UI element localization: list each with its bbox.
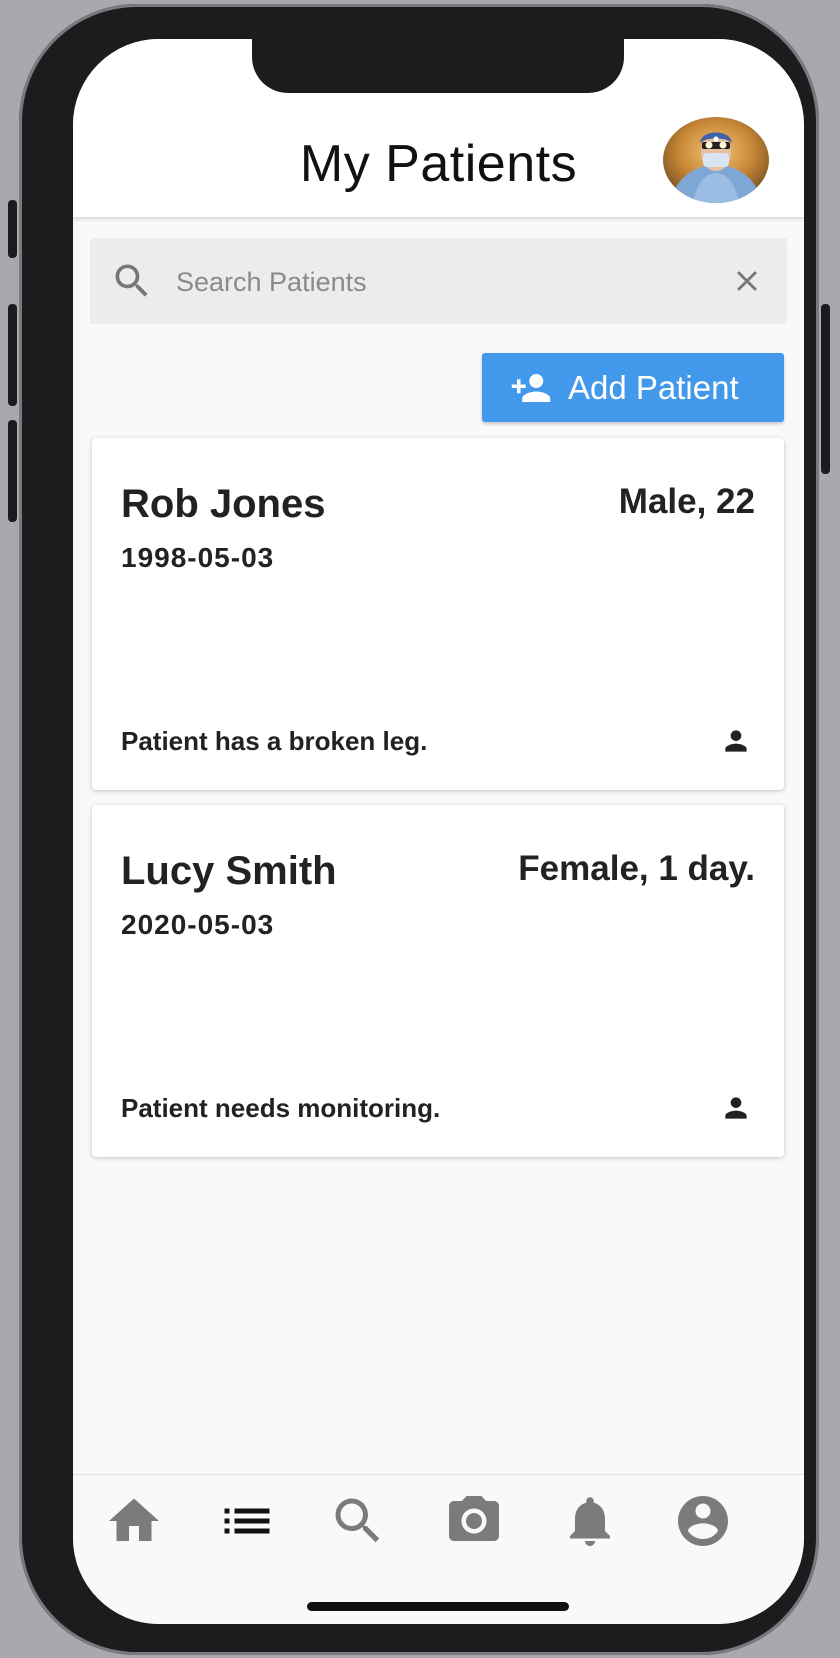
- device-notch: [252, 39, 624, 93]
- patient-name: Rob Jones: [121, 482, 326, 526]
- nav-camera-icon[interactable]: [444, 1491, 504, 1551]
- patient-name: Lucy Smith: [121, 849, 337, 893]
- search-input[interactable]: [174, 258, 698, 306]
- search-icon: [115, 264, 148, 297]
- patient-note: Patient has a broken leg.: [121, 726, 428, 756]
- nav-list-icon[interactable]: [217, 1491, 277, 1551]
- patient-dob: 1998-05-03: [121, 542, 275, 573]
- search-bar: [90, 238, 787, 324]
- avatar-photo: [663, 117, 769, 203]
- nav-account-icon[interactable]: [673, 1491, 733, 1551]
- clear-search-icon[interactable]: [730, 264, 764, 298]
- patient-card[interactable]: Lucy Smith Female, 1 day. 2020-05-03 Pat…: [92, 805, 784, 1157]
- patient-gender-age: Male, 22: [618, 482, 755, 521]
- add-patient-button[interactable]: Add Patient: [482, 353, 784, 422]
- mute-switch: [8, 200, 17, 258]
- app-screen: My Patients Search Patients Add Patient …: [73, 39, 804, 1624]
- add-person-icon: [511, 373, 551, 402]
- patient-gender-age: Female, 1 day.: [518, 849, 755, 888]
- patient-note: Patient needs monitoring.: [121, 1093, 441, 1123]
- add-patient-label: Add Patient: [568, 368, 739, 406]
- phone-frame: My Patients Search Patients Add Patient …: [8, 4, 830, 1655]
- nav-home-icon[interactable]: [104, 1491, 164, 1551]
- person-icon[interactable]: [720, 725, 752, 757]
- volume-up-button: [8, 304, 17, 406]
- patient-card[interactable]: Rob Jones Male, 22 1998-05-03 Patient ha…: [92, 438, 784, 790]
- home-indicator: [307, 1602, 569, 1611]
- nav-search-icon[interactable]: [328, 1491, 388, 1551]
- patient-dob: 2020-05-03: [121, 909, 275, 940]
- power-button: [821, 304, 830, 474]
- nav-bell-icon[interactable]: [560, 1491, 620, 1551]
- user-avatar[interactable]: [663, 117, 769, 203]
- volume-down-button: [8, 420, 17, 522]
- person-icon[interactable]: [720, 1092, 752, 1124]
